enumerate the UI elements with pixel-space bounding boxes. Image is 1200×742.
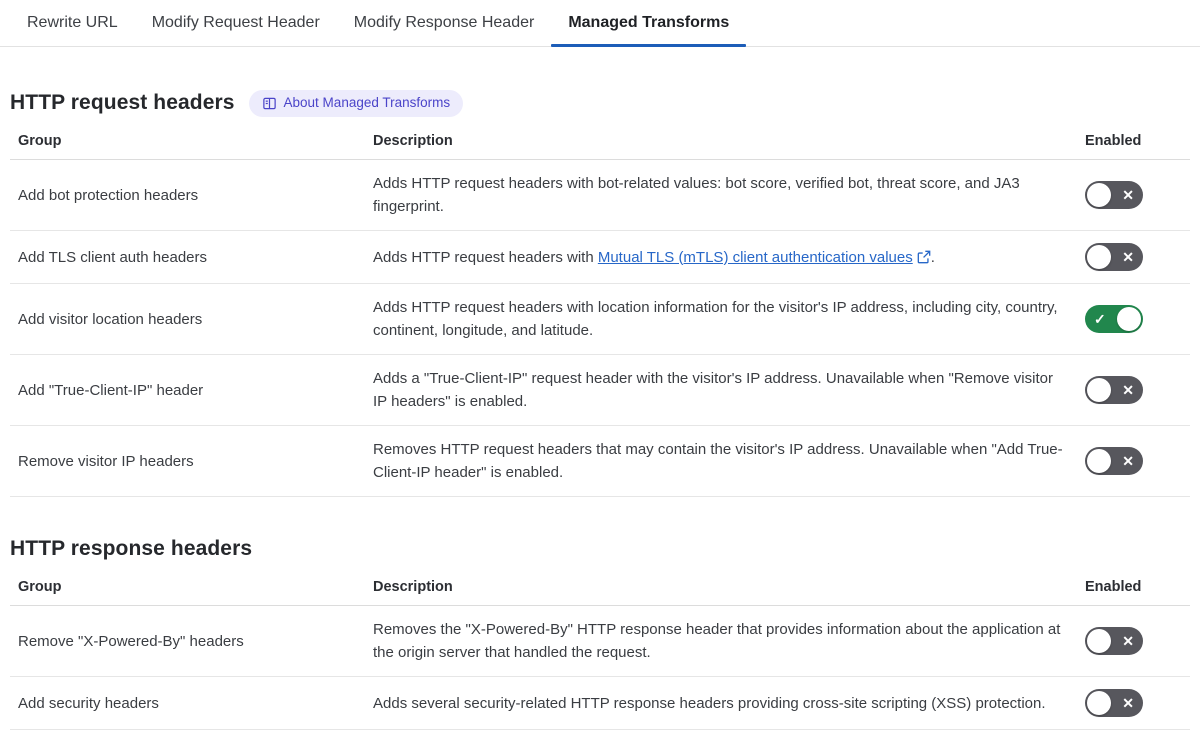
tab-label: Managed Transforms: [568, 14, 730, 31]
section-title-request: HTTP request headers: [10, 91, 235, 114]
x-icon: ✕: [1122, 633, 1134, 649]
toggle-knob: [1117, 307, 1141, 331]
column-header-enabled: Enabled: [1077, 573, 1190, 606]
table-row: Remove "X-Powered-By" headers Removes th…: [10, 605, 1190, 677]
section-response-headers: HTTP response headers Group Description …: [0, 535, 1200, 730]
tab-label: Rewrite URL: [27, 14, 118, 31]
enabled-toggle[interactable]: ✓ ✕: [1085, 181, 1143, 209]
book-icon: [262, 96, 277, 111]
description-cell: Adds several security-related HTTP respo…: [365, 676, 1077, 730]
group-cell: Add TLS client auth headers: [10, 230, 365, 284]
enabled-toggle[interactable]: ✓ ✕: [1085, 627, 1143, 655]
enabled-toggle[interactable]: ✓ ✕: [1085, 305, 1143, 333]
tab-label: Modify Response Header: [353, 14, 535, 31]
description-cell: Adds HTTP request headers with Mutual TL…: [365, 230, 1077, 284]
description-cell: Adds HTTP request headers with location …: [365, 283, 1077, 355]
tab-modify-request-header[interactable]: Modify Request Header: [135, 0, 337, 46]
request-headers-table: Group Description Enabled Add bot protec…: [10, 127, 1190, 497]
badge-label: About Managed Transforms: [283, 95, 451, 111]
table-header-row: Group Description Enabled: [10, 573, 1190, 606]
toggle-knob: [1087, 691, 1111, 715]
x-icon: ✕: [1122, 249, 1134, 265]
table-header-row: Group Description Enabled: [10, 127, 1190, 160]
enabled-toggle[interactable]: ✓ ✕: [1085, 447, 1143, 475]
x-icon: ✕: [1122, 187, 1134, 203]
group-cell: Remove visitor IP headers: [10, 425, 365, 497]
table-row: Add "True-Client-IP" header Adds a "True…: [10, 354, 1190, 426]
tab-modify-response-header[interactable]: Modify Response Header: [337, 0, 552, 46]
enabled-toggle[interactable]: ✓ ✕: [1085, 376, 1143, 404]
table-row: Add security headers Adds several securi…: [10, 676, 1190, 730]
section-title-response: HTTP response headers: [10, 537, 253, 560]
external-link-icon: [917, 250, 931, 264]
x-icon: ✕: [1122, 695, 1134, 711]
group-cell: Add "True-Client-IP" header: [10, 354, 365, 426]
group-cell: Add visitor location headers: [10, 283, 365, 355]
toggle-knob: [1087, 183, 1111, 207]
description-cell: Removes HTTP request headers that may co…: [365, 425, 1077, 497]
enabled-toggle[interactable]: ✓ ✕: [1085, 243, 1143, 271]
tab-managed-transforms[interactable]: Managed Transforms: [551, 0, 747, 47]
x-icon: ✕: [1122, 382, 1134, 398]
description-cell: Adds a "True-Client-IP" request header w…: [365, 354, 1077, 426]
group-cell: Add bot protection headers: [10, 159, 365, 231]
column-header-group: Group: [10, 127, 365, 160]
table-row: Add bot protection headers Adds HTTP req…: [10, 159, 1190, 231]
toggle-knob: [1087, 245, 1111, 269]
column-header-enabled: Enabled: [1077, 127, 1190, 160]
tab-bar: Rewrite URL Modify Request Header Modify…: [0, 0, 1200, 47]
tab-label: Modify Request Header: [151, 14, 320, 31]
column-header-description: Description: [365, 127, 1077, 160]
group-cell: Add security headers: [10, 676, 365, 730]
response-headers-table: Group Description Enabled Remove "X-Powe…: [10, 573, 1190, 730]
column-header-group: Group: [10, 573, 365, 606]
toggle-knob: [1087, 629, 1111, 653]
description-cell: Adds HTTP request headers with bot-relat…: [365, 159, 1077, 231]
table-row: Remove visitor IP headers Removes HTTP r…: [10, 425, 1190, 497]
x-icon: ✕: [1122, 453, 1134, 469]
table-row: Add visitor location headers Adds HTTP r…: [10, 283, 1190, 355]
toggle-knob: [1087, 449, 1111, 473]
table-row: Add TLS client auth headers Adds HTTP re…: [10, 230, 1190, 284]
description-cell: Removes the "X-Powered-By" HTTP response…: [365, 605, 1077, 677]
column-header-description: Description: [365, 573, 1077, 606]
section-request-headers: HTTP request headers About Managed Trans…: [0, 89, 1200, 497]
toggle-knob: [1087, 378, 1111, 402]
enabled-toggle[interactable]: ✓ ✕: [1085, 689, 1143, 717]
tab-rewrite-url[interactable]: Rewrite URL: [10, 0, 135, 46]
group-cell: Remove "X-Powered-By" headers: [10, 605, 365, 677]
about-managed-transforms-badge[interactable]: About Managed Transforms: [248, 89, 464, 117]
description-link[interactable]: Mutual TLS (mTLS) client authentication …: [598, 249, 913, 266]
check-icon: ✓: [1094, 311, 1106, 327]
